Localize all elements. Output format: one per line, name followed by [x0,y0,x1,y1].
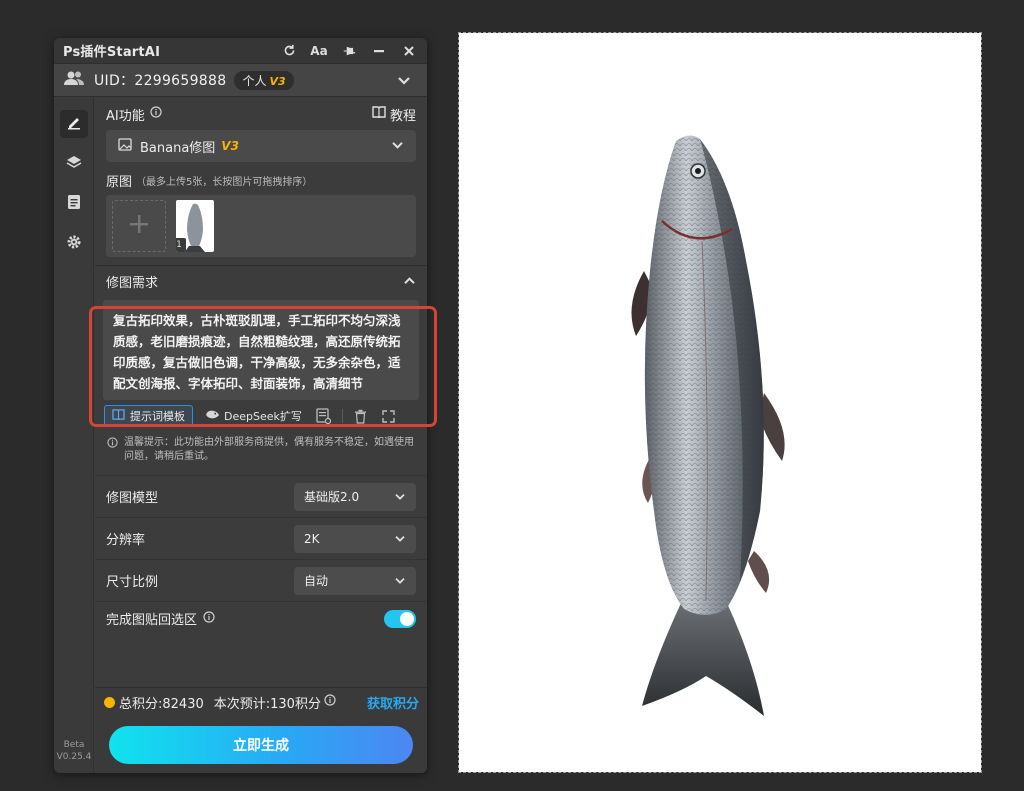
prompt-toolbar: 提示词模板 DeepSeek扩写 [95,400,427,432]
coin-icon [104,696,115,708]
resolution-select[interactable]: 2K [294,524,416,553]
resolution-label: 分辨率 [106,533,146,548]
chevron-up-icon[interactable] [403,274,416,289]
paste-back-toggle[interactable] [384,609,416,628]
plugin-panel: Ps插件StartAI Aa UID：2299659888 个人 V3 Beta… [54,38,427,773]
prompt-textarea[interactable]: 复古拓印效果，古朴斑驳肌理，手工拓印不均匀深浅质感，老旧磨损痕迹，自然粗糙纹理，… [103,300,419,400]
ai-function-header: AI功能 教程 [106,98,416,130]
title-bar[interactable]: Ps插件StartAI Aa [54,38,427,63]
aspect-ratio-select[interactable]: 自动 [294,566,416,595]
model-label: 修图模型 [106,491,159,506]
edit-request-label: 修图需求 [106,275,159,291]
refresh-icon[interactable] [280,42,298,60]
photoshop-canvas [458,32,982,773]
source-image-hint: （最多上传5张，长按图片可拖拽排序） [136,176,313,188]
uploaded-image-thumbnail[interactable]: 1 [176,200,214,252]
info-icon[interactable] [203,610,215,627]
fish-image [614,131,794,719]
prompt-history-icon[interactable] [314,406,334,426]
tutorial-link[interactable]: 教程 [390,105,416,124]
prompt-template-button[interactable]: 提示词模板 [104,405,193,427]
paste-back-row: 完成图贴回选区 [95,601,427,635]
footer: 总积分:82430 本次预计:130积分 获取积分 立即生成 [95,687,427,773]
total-points: 总积分:82430 [119,696,204,712]
points-bar: 总积分:82430 本次预计:130积分 获取积分 [95,688,427,716]
resolution-row: 分辨率 2K [95,517,427,559]
ai-function-version: V3 [221,139,239,153]
sidebar: Beta V0.25.4 [54,98,94,773]
sidebar-item-edit[interactable] [60,110,88,138]
plus-icon [128,213,150,239]
estimated-cost: 本次预计:130积分 [213,696,321,712]
add-image-button[interactable] [112,200,166,252]
user-bar[interactable]: UID：2299659888 个人 V3 [54,63,427,97]
get-points-link[interactable]: 获取积分 [367,693,419,712]
chevron-down-icon [391,139,404,154]
ai-function-selected: Banana修图 [140,140,216,156]
plan-badge: 个人 V3 [234,70,294,90]
window-title: Ps插件StartAI [63,45,161,60]
main-content: AI功能 教程 Banana修图 V3 原图 （最多上传5张，长按图片可拖拽排序… [95,98,427,773]
info-icon[interactable] [324,694,336,710]
version-label: Beta V0.25.4 [56,740,92,762]
trash-icon[interactable] [351,406,371,426]
notice-text: 温馨提示：此功能由外部服务商提供，偶有服务不稳定，如遇使用问题，请稍后重试。 [124,437,414,462]
chevron-down-icon [394,490,406,504]
aspect-ratio-row: 尺寸比例 自动 [95,559,427,601]
sidebar-item-settings[interactable] [60,230,88,258]
document-icon [67,194,81,214]
minimize-icon[interactable] [370,42,388,60]
sidebar-item-layers[interactable] [60,150,88,178]
deepseek-expand-button[interactable]: DeepSeek扩写 [201,408,306,424]
source-image-label: 原图 [106,174,133,190]
book-icon[interactable] [372,106,386,122]
model-select[interactable]: 基础版2.0 [294,482,416,511]
thumbnail-index: 1 [176,238,186,252]
gear-icon [66,234,82,254]
service-notice: 温馨提示：此功能由外部服务商提供，偶有服务不稳定，如遇使用问题，请稍后重试。 [95,432,427,464]
pin-icon[interactable] [340,42,358,60]
generate-button[interactable]: 立即生成 [109,726,413,764]
aspect-ratio-label: 尺寸比例 [106,575,159,590]
image-icon [118,137,132,155]
deepseek-whale-icon [205,409,220,423]
model-row: 修图模型 基础版2.0 [95,475,427,517]
edit-icon [66,114,82,134]
chevron-down-icon [394,532,406,546]
upload-area: 1 [106,195,416,257]
chevron-down-icon [394,574,406,588]
info-icon[interactable] [150,106,162,122]
font-size-icon[interactable]: Aa [310,42,328,60]
close-icon[interactable] [400,42,418,60]
edit-request-header[interactable]: 修图需求 [106,266,416,296]
layers-icon [66,154,82,174]
ai-function-label: AI功能 [106,108,145,124]
paste-back-label: 完成图贴回选区 [106,613,198,628]
ai-function-select[interactable]: Banana修图 V3 [106,130,416,162]
user-id: UID：2299659888 [94,73,227,89]
book-icon [112,409,125,423]
fullscreen-icon[interactable] [379,406,399,426]
users-icon [64,70,84,90]
sidebar-item-document[interactable] [60,190,88,218]
chevron-down-icon[interactable] [397,71,411,90]
source-image-header: 原图 （最多上传5张，长按图片可拖拽排序） [106,165,416,195]
info-icon [107,437,118,464]
